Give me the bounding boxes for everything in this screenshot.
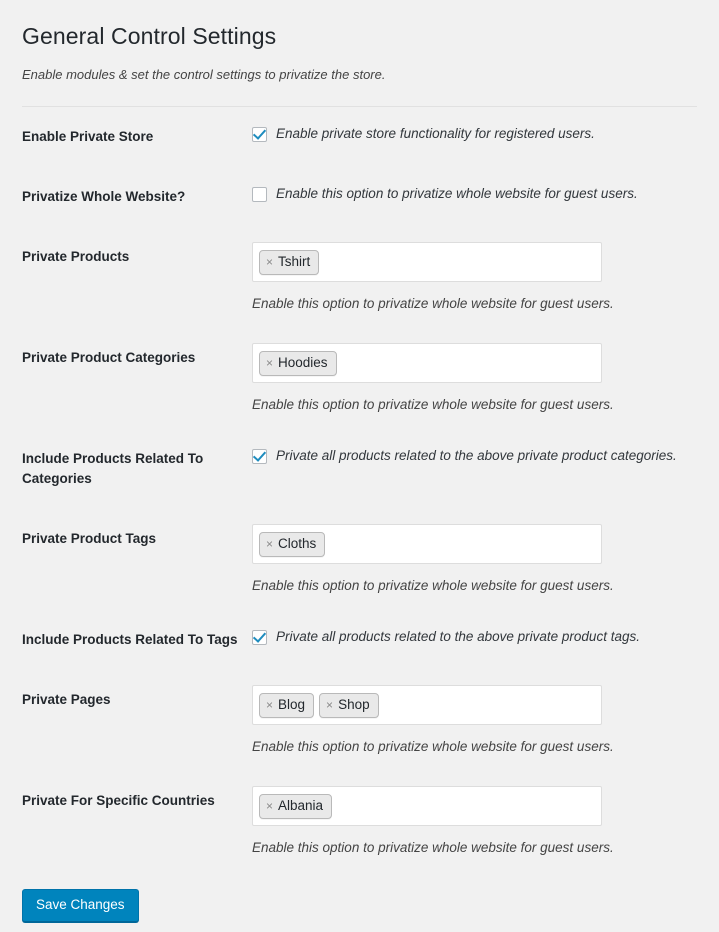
setting-control: Private all products related to the abov…	[252, 610, 697, 670]
settings-row: Private Product Categories × Hoodies Enable…	[22, 328, 697, 429]
checkbox-label: Enable this option to privatize whole we…	[276, 186, 638, 201]
field-help-text: Enable this option to privatize whole we…	[252, 397, 614, 412]
remove-tag-icon[interactable]: ×	[266, 697, 273, 713]
settings-form-table: Enable Private Store Enable private store…	[22, 107, 697, 872]
tag-chip-label: Cloths	[278, 535, 317, 551]
tag-chip-label: Tshirt	[278, 253, 311, 269]
setting-label: Private Pages	[22, 692, 111, 707]
tag-chip[interactable]: × Hoodies	[259, 350, 337, 376]
setting-label: Private Product Categories	[22, 350, 196, 365]
checkbox-checked-icon[interactable]	[252, 127, 267, 142]
setting-control: × Blog × Shop Enable this option to privatiz…	[252, 670, 697, 771]
tag-chip-label: Shop	[338, 696, 370, 712]
tag-input-field[interactable]: × Cloths	[252, 524, 602, 564]
checkbox-unchecked-icon[interactable]	[252, 187, 267, 202]
setting-label: Enable Private Store	[22, 129, 154, 144]
tag-chip[interactable]: × Shop	[319, 692, 379, 718]
remove-tag-icon[interactable]: ×	[266, 536, 273, 552]
checkbox-label: Private all products related to the abov…	[276, 629, 640, 644]
remove-tag-icon[interactable]: ×	[326, 697, 333, 713]
checkbox-row[interactable]: Enable this option to privatize whole we…	[252, 182, 687, 203]
field-help-text: Enable this option to privatize whole we…	[252, 739, 614, 754]
tag-input-field[interactable]: × Blog × Shop	[252, 685, 602, 725]
settings-row: Privatize Whole Website? Enable this opti…	[22, 167, 697, 227]
settings-page: General Control Settings Enable modules …	[0, 0, 719, 922]
settings-row: Private Products × Tshirt Enable this optio…	[22, 227, 697, 328]
settings-row: Enable Private Store Enable private store…	[22, 107, 697, 167]
checkbox-label: Enable private store functionality for r…	[276, 126, 595, 141]
page-subtitle: Enable modules & set the control setting…	[22, 67, 386, 82]
checkbox-row[interactable]: Enable private store functionality for r…	[252, 122, 687, 143]
tag-input-field[interactable]: × Albania	[252, 786, 602, 826]
tag-chip[interactable]: × Tshirt	[259, 249, 320, 275]
setting-label: Private Products	[22, 249, 130, 264]
remove-tag-icon[interactable]: ×	[266, 254, 273, 270]
remove-tag-icon[interactable]: ×	[266, 798, 273, 814]
tag-chip-label: Blog	[278, 696, 306, 712]
setting-label: Privatize Whole Website?	[22, 189, 186, 204]
checkbox-checked-icon[interactable]	[252, 630, 267, 645]
tag-chip[interactable]: × Albania	[259, 793, 333, 819]
setting-label: Private Product Tags	[22, 531, 157, 546]
settings-row: Include Products Related To Tags Private …	[22, 610, 697, 670]
setting-control: Enable private store functionality for r…	[252, 107, 697, 167]
setting-control: × Cloths Enable this option to privatize w…	[252, 509, 697, 610]
save-changes-button[interactable]: Save Changes	[22, 889, 139, 922]
page-title: General Control Settings	[22, 23, 277, 49]
checkbox-checked-icon[interactable]	[252, 449, 267, 464]
tag-chip[interactable]: × Cloths	[259, 531, 326, 557]
checkbox-row[interactable]: Private all products related to the abov…	[252, 444, 687, 465]
tag-chip[interactable]: × Blog	[259, 692, 315, 718]
checkbox-row[interactable]: Private all products related to the abov…	[252, 625, 687, 646]
tag-chip-label: Hoodies	[278, 354, 328, 370]
setting-label: Include Products Related To Categories	[22, 451, 204, 486]
submit-area: Save Changes	[22, 872, 697, 922]
settings-row: Private Pages × Blog × Shop Enable this optio…	[22, 670, 697, 771]
field-help-text: Enable this option to privatize whole we…	[252, 578, 614, 593]
setting-label: Include Products Related To Tags	[22, 632, 238, 647]
setting-control: × Tshirt Enable this option to privatize w…	[252, 227, 697, 328]
tag-input-field[interactable]: × Hoodies	[252, 343, 602, 383]
tag-input-field[interactable]: × Tshirt	[252, 242, 602, 282]
setting-control: × Hoodies Enable this option to privatize …	[252, 328, 697, 429]
setting-control: × Albania Enable this option to privatize …	[252, 771, 697, 872]
field-help-text: Enable this option to privatize whole we…	[252, 840, 614, 855]
settings-row: Private For Specific Countries × Albania En…	[22, 771, 697, 872]
field-help-text: Enable this option to privatize whole we…	[252, 296, 614, 311]
settings-row: Private Product Tags × Cloths Enable this o…	[22, 509, 697, 610]
setting-control: Private all products related to the abov…	[252, 429, 697, 509]
settings-row: Include Products Related To Categories Pr…	[22, 429, 697, 509]
setting-label: Private For Specific Countries	[22, 793, 215, 808]
tag-chip-label: Albania	[278, 797, 324, 813]
checkbox-label: Private all products related to the abov…	[276, 448, 677, 463]
setting-control: Enable this option to privatize whole we…	[252, 167, 697, 227]
remove-tag-icon[interactable]: ×	[266, 355, 273, 371]
